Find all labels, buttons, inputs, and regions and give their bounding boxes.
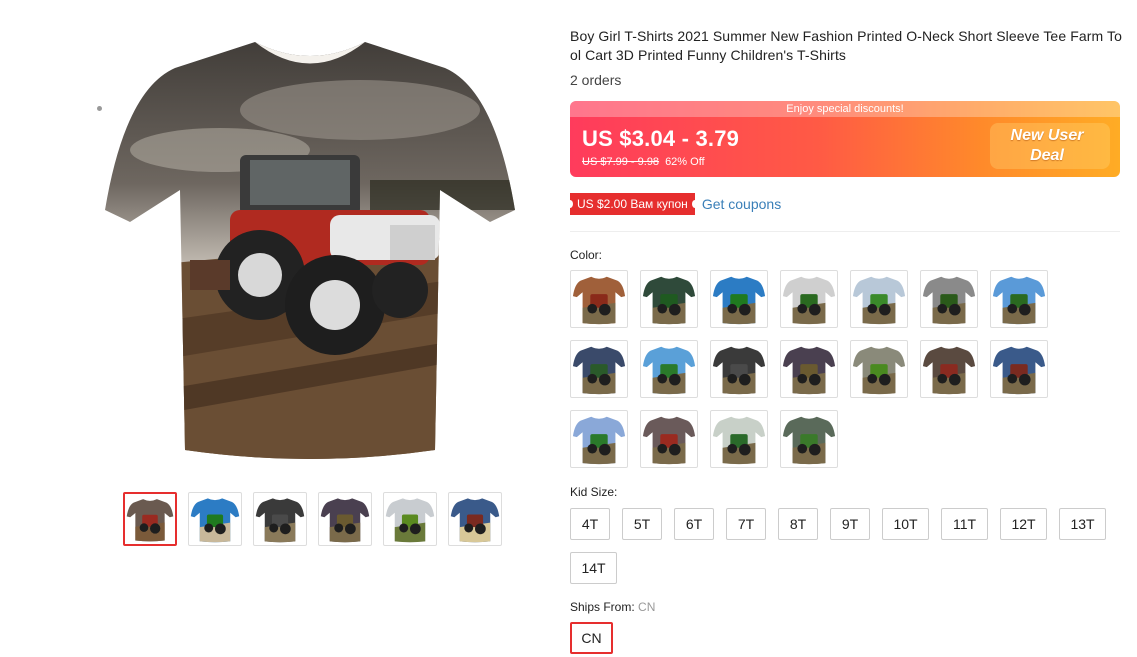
size-options: 4T 5T 6T 7T 8T 9T 10T 11T 12T 13T 14T bbox=[570, 508, 1125, 584]
color-swatch[interactable] bbox=[990, 270, 1048, 328]
coupon-tag[interactable]: US $2.00 Вам купон bbox=[567, 193, 698, 215]
color-swatch[interactable] bbox=[710, 340, 768, 398]
deal-line-2: Deal bbox=[1030, 147, 1064, 164]
original-price-row: US $7.99 - 9.98 62% Off bbox=[582, 156, 705, 168]
color-swatch[interactable] bbox=[710, 410, 768, 468]
color-swatch[interactable] bbox=[570, 410, 628, 468]
color-swatch[interactable] bbox=[780, 340, 838, 398]
size-option-7t[interactable]: 7T bbox=[726, 508, 766, 540]
color-swatch[interactable] bbox=[710, 270, 768, 328]
discount-percent: 62% Off bbox=[665, 156, 705, 168]
gallery-thumbnail[interactable] bbox=[123, 492, 177, 546]
discount-banner-text: Enjoy special discounts! bbox=[570, 101, 1120, 117]
gallery-thumbnail[interactable] bbox=[318, 492, 372, 546]
size-option-4t[interactable]: 4T bbox=[570, 508, 610, 540]
coupon-row: US $2.00 Вам купон Get coupons bbox=[567, 193, 781, 215]
thumbnail-strip bbox=[123, 492, 502, 546]
color-swatch[interactable] bbox=[920, 270, 978, 328]
color-swatch[interactable] bbox=[640, 410, 698, 468]
color-swatch[interactable] bbox=[850, 340, 908, 398]
color-label: Color: bbox=[570, 248, 603, 262]
size-option-12t[interactable]: 12T bbox=[1000, 508, 1047, 540]
size-option-11t[interactable]: 11T bbox=[941, 508, 988, 540]
color-swatch[interactable] bbox=[990, 340, 1048, 398]
gallery-thumbnail[interactable] bbox=[253, 492, 307, 546]
original-price: US $7.99 - 9.98 bbox=[582, 156, 660, 168]
get-coupons-link[interactable]: Get coupons bbox=[702, 196, 781, 212]
gallery-thumbnail[interactable] bbox=[188, 492, 242, 546]
color-swatch[interactable] bbox=[570, 270, 628, 328]
color-swatch[interactable] bbox=[780, 410, 838, 468]
color-swatch[interactable] bbox=[920, 340, 978, 398]
kid-size-label: Kid Size: bbox=[570, 485, 618, 499]
size-option-6t[interactable]: 6T bbox=[674, 508, 714, 540]
price-banner: Enjoy special discounts! US $3.04 - 3.79… bbox=[570, 101, 1120, 177]
color-swatch[interactable] bbox=[850, 270, 908, 328]
size-option-10t[interactable]: 10T bbox=[882, 508, 929, 540]
tshirt-tractor-image bbox=[105, 42, 515, 459]
deal-line-1: New User bbox=[1010, 127, 1084, 144]
new-user-deal-badge: New User Deal bbox=[992, 126, 1102, 168]
size-option-14t[interactable]: 14T bbox=[570, 552, 617, 584]
gallery-thumbnail[interactable] bbox=[383, 492, 437, 546]
color-swatch[interactable] bbox=[570, 340, 628, 398]
color-swatch[interactable] bbox=[780, 270, 838, 328]
size-option-8t[interactable]: 8T bbox=[778, 508, 818, 540]
current-price: US $3.04 - 3.79 bbox=[582, 126, 740, 151]
ships-from-value: CN bbox=[638, 600, 656, 614]
size-option-5t[interactable]: 5T bbox=[622, 508, 662, 540]
color-swatches bbox=[570, 270, 1060, 468]
color-swatch[interactable] bbox=[640, 340, 698, 398]
size-option-9t[interactable]: 9T bbox=[830, 508, 870, 540]
product-title: Boy Girl T-Shirts 2021 Summer New Fashio… bbox=[570, 28, 1122, 63]
ships-from-label-text: Ships From: bbox=[570, 600, 635, 614]
color-swatch[interactable] bbox=[640, 270, 698, 328]
ships-from-label: Ships From: CN bbox=[570, 600, 655, 614]
product-main-image[interactable] bbox=[100, 30, 520, 470]
size-option-13t[interactable]: 13T bbox=[1059, 508, 1106, 540]
product-info: Boy Girl T-Shirts 2021 Summer New Fashio… bbox=[570, 27, 1122, 88]
order-count: 2 orders bbox=[570, 72, 622, 88]
gallery-thumbnail[interactable] bbox=[448, 492, 502, 546]
divider bbox=[570, 231, 1120, 232]
ships-from-option-cn[interactable]: CN bbox=[570, 622, 613, 654]
